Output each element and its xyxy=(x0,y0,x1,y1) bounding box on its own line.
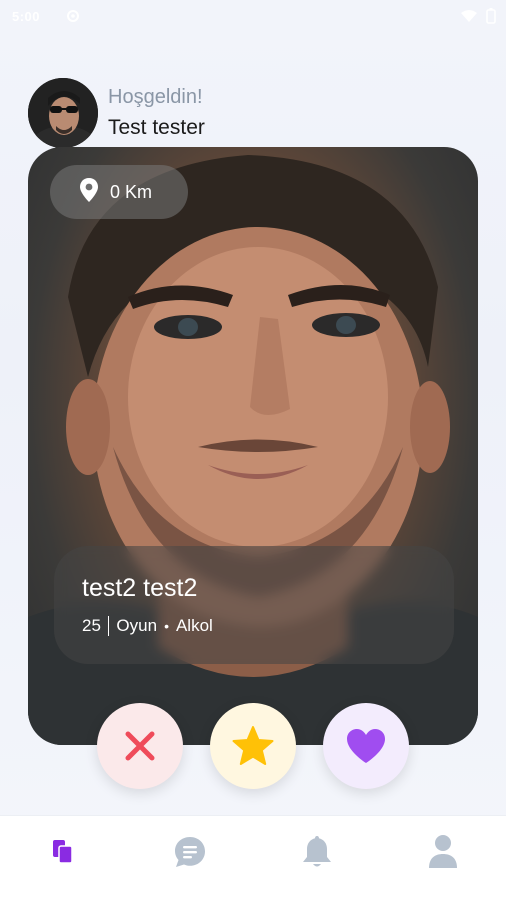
status-right xyxy=(460,8,496,24)
close-icon xyxy=(125,731,155,761)
profile-icon xyxy=(429,835,457,868)
heart-icon xyxy=(347,729,385,763)
tab-notifications[interactable] xyxy=(295,830,339,874)
cards-icon xyxy=(53,840,73,864)
tab-chat[interactable] xyxy=(168,830,212,874)
swipe-actions xyxy=(0,703,506,789)
profile-age: 25 xyxy=(82,616,101,635)
profile-meta: 25 Oyun • Alkol xyxy=(82,616,213,636)
like-button[interactable] xyxy=(323,703,409,789)
welcome-header: Hoşgeldin! Test tester xyxy=(28,78,478,148)
bell-icon xyxy=(303,836,331,867)
username-text: Test tester xyxy=(108,116,205,139)
battery-icon xyxy=(486,8,496,24)
profile-name: test2 test2 xyxy=(82,574,198,602)
settings-status-icon xyxy=(66,9,80,26)
profile-info-panel[interactable]: test2 test2 25 Oyun • Alkol xyxy=(54,546,454,664)
distance-text: 0 Km xyxy=(110,181,153,202)
superlike-button[interactable] xyxy=(210,703,296,789)
interest-tag: Oyun xyxy=(116,616,158,635)
bottom-tab-bar xyxy=(0,815,506,901)
status-time: 5:00 xyxy=(12,9,41,24)
chat-icon xyxy=(175,837,205,867)
status-bar: 5:00 xyxy=(0,0,506,34)
user-avatar[interactable] xyxy=(28,78,98,148)
interest-tag: Alkol xyxy=(175,616,213,635)
distance-badge: 0 Km xyxy=(50,165,188,219)
wifi-icon xyxy=(461,10,477,22)
tab-cards[interactable] xyxy=(41,830,85,874)
tab-profile[interactable] xyxy=(421,830,465,874)
greeting-text: Hoşgeldin! xyxy=(108,86,203,108)
interest-separator: • xyxy=(164,618,169,634)
profile-card[interactable]: 0 Km test2 test2 25 Oyun • Alkol xyxy=(28,147,478,745)
star-icon xyxy=(232,726,274,765)
nope-button[interactable] xyxy=(97,703,183,789)
location-pin-icon xyxy=(80,177,98,207)
meta-divider xyxy=(107,616,110,636)
